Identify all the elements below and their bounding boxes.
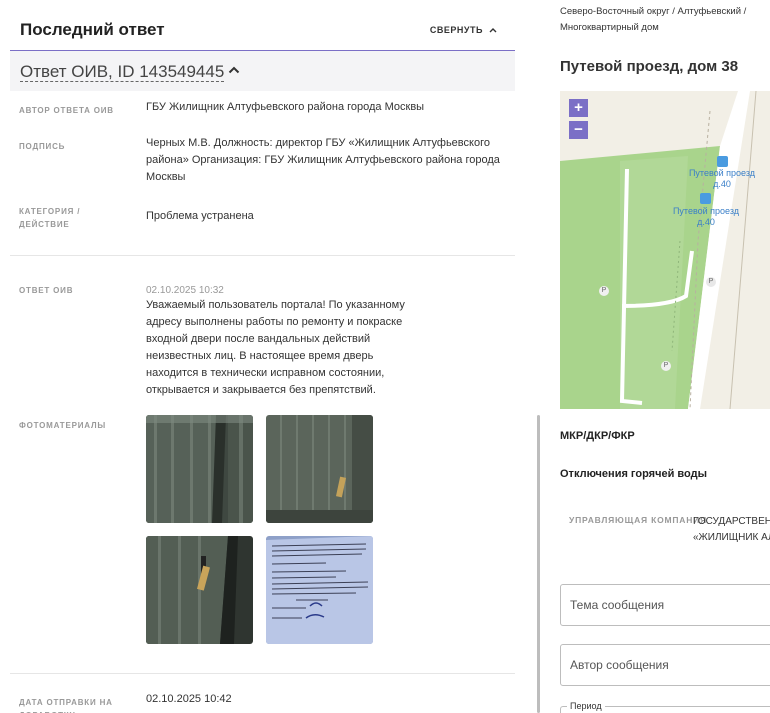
building-address: Путевой проезд, дом 38 [560,58,739,75]
sent-date-label: ДАТА ОТПРАВКИ НА ДОРАБОТКУ [19,698,113,713]
last-answer-title: Последний ответ [20,20,165,39]
signature-value: Черных М.В. Должность: директор ГБУ «Жил… [146,137,500,183]
answer-accordion[interactable]: Ответ ОИВ, ID 143549445 [10,51,515,91]
answer-text: Уважаемый пользователь портала! По указа… [146,299,405,396]
breadcrumb[interactable]: Северо-Восточный округ / Алтуфьевский / … [560,4,770,36]
photo-document[interactable] [266,536,373,644]
chevron-up-icon [489,28,497,33]
message-author-input[interactable] [560,644,770,686]
section-mkr-dkr-fkr[interactable]: МКР/ДКР/ФКР [560,430,635,442]
answer-label: ОТВЕТ ОИВ [19,286,74,295]
message-topic-input[interactable] [560,584,770,626]
last-answer-panel: Последний ответ СВЕРНУТЬ Ответ ОИВ, ID 1… [0,0,530,713]
bus-stop-icon [700,193,711,204]
parking-icon: P [661,361,671,371]
author-value: ГБУ Жилищник Алтуфьевского района города… [146,101,425,113]
bus-stop-label-2: Путевой проезд д.40 [672,206,740,227]
photo-door-2[interactable] [266,415,373,523]
map-zoom-out-button[interactable]: − [569,121,588,139]
author-label: АВТОР ОТВЕТА ОИВ [19,106,114,115]
photos-label: ФОТОМАТЕРИАЛЫ [19,421,107,430]
category-label: КАТЕГОРИЯ / ДЕЙСТВИЕ [19,207,81,229]
period-field[interactable]: Период [560,701,770,713]
signature-label: ПОДПИСЬ [19,142,66,151]
category-value: Проблема устранена [146,210,254,222]
bus-stop-label-1: Путевой проезд д.40 [688,168,756,189]
collapse-label: СВЕРНУТЬ [429,25,483,35]
last-answer-header: Последний ответ СВЕРНУТЬ [10,8,515,51]
section-divider [10,255,515,256]
chevron-up-icon[interactable] [228,65,240,74]
sent-date-value: 02.10.2025 10:42 [146,693,232,705]
answer-title[interactable]: Ответ ОИВ, ID 143549445 [20,62,225,82]
building-info-panel: Северо-Восточный округ / Алтуфьевский / … [552,0,770,713]
parking-icon: P [706,277,716,287]
management-company-label: УПРАВЛЯЮЩАЯ КОМПАНИЯ [569,515,707,525]
photo-door-1[interactable] [146,415,253,523]
section-divider [10,673,515,674]
scrollbar[interactable] [537,415,540,713]
map-zoom-in-button[interactable]: + [569,99,588,117]
bus-stop-icon [717,156,728,167]
period-label: Период [567,701,605,711]
collapse-button[interactable]: СВЕРНУТЬ [430,25,497,35]
section-hot-water[interactable]: Отключения горячей воды [560,468,707,480]
map[interactable]: + − Путевой проезд д.40 Путевой проезд д.4… [560,91,770,409]
parking-icon: P [599,286,609,296]
photo-door-3[interactable] [146,536,253,644]
management-company-value: ГОСУДАРСТВЕННОЕ «ЖИЛИЩНИК АЛ [693,516,770,543]
